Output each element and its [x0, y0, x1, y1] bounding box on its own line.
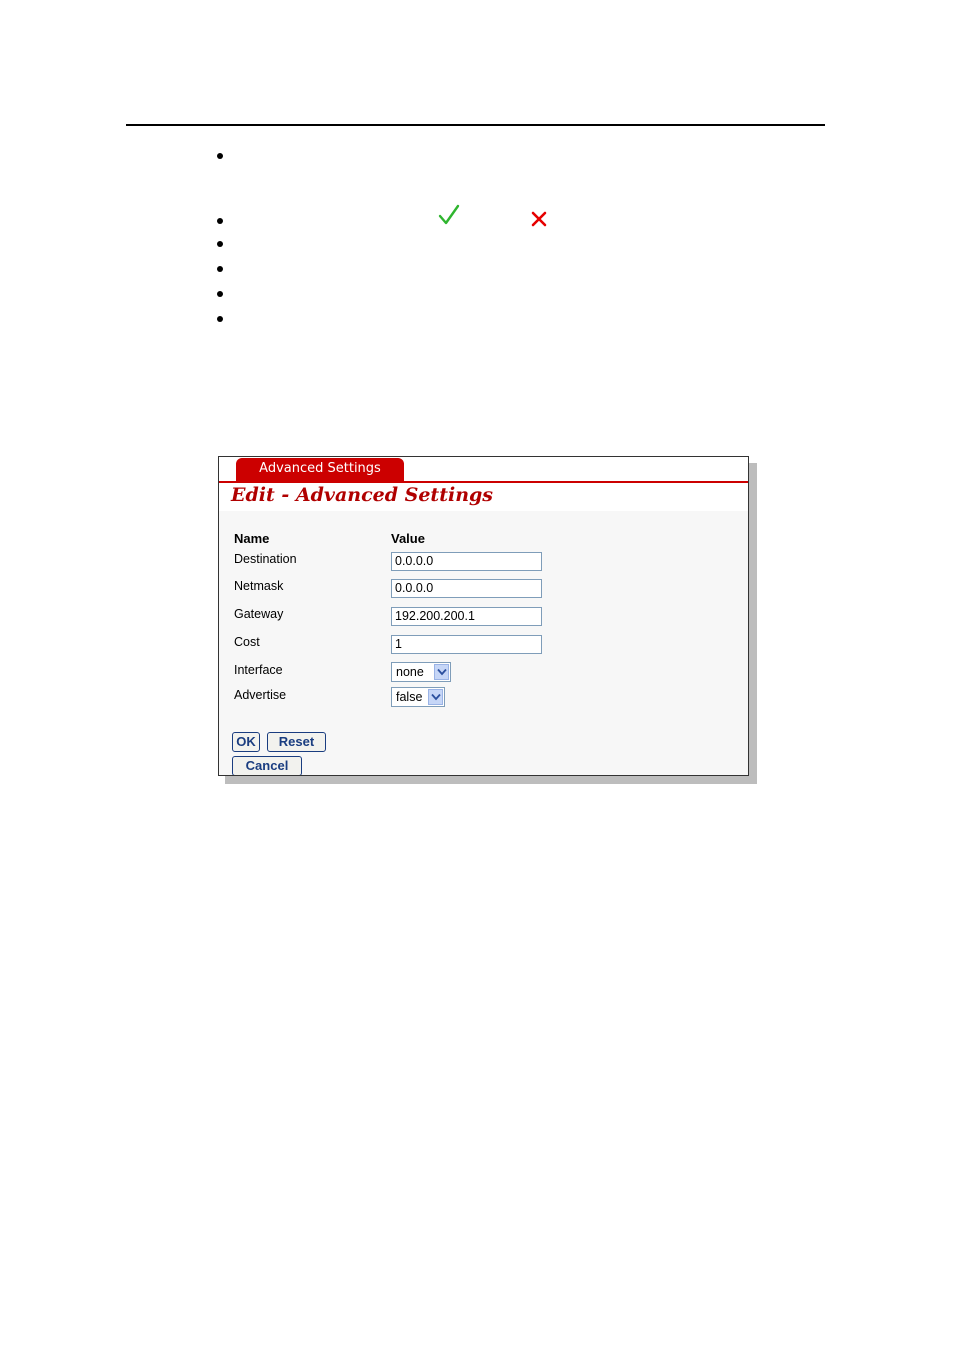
interface-select[interactable]: none	[391, 662, 451, 682]
destination-label: Destination	[234, 552, 297, 566]
advertise-select-value: false	[396, 690, 423, 704]
interface-select-value: none	[396, 665, 424, 679]
checkmark-icon	[438, 204, 460, 225]
reset-button[interactable]: Reset	[267, 732, 326, 752]
bullet	[217, 291, 223, 297]
cost-label: Cost	[234, 635, 260, 649]
chevron-down-icon[interactable]	[428, 689, 443, 705]
advertise-select[interactable]: false	[391, 687, 445, 707]
bullet	[217, 316, 223, 322]
cancel-button[interactable]: Cancel	[232, 756, 302, 775]
destination-input[interactable]: 0.0.0.0	[391, 552, 542, 571]
ok-button[interactable]: OK	[232, 732, 260, 752]
chevron-down-icon[interactable]	[434, 664, 449, 680]
netmask-label: Netmask	[234, 579, 284, 593]
gateway-label: Gateway	[234, 607, 284, 621]
column-header-name: Name	[234, 531, 270, 546]
interface-label: Interface	[234, 663, 283, 677]
gateway-input[interactable]: 192.200.200.1	[391, 607, 542, 626]
column-header-value: Value	[391, 531, 425, 546]
page-title: Edit - Advanced Settings	[231, 484, 494, 506]
bullet	[217, 241, 223, 247]
x-icon	[531, 211, 547, 227]
tab-advanced-settings[interactable]: Advanced Settings	[236, 458, 404, 482]
bullet	[217, 266, 223, 272]
bullet	[217, 153, 223, 159]
top-rule	[126, 124, 825, 126]
advanced-settings-panel: Advanced Settings Edit - Advanced Settin…	[218, 456, 749, 776]
bullet	[217, 218, 223, 224]
advertise-label: Advertise	[234, 688, 287, 702]
netmask-input[interactable]: 0.0.0.0	[391, 579, 542, 598]
cost-input[interactable]: 1	[391, 635, 542, 654]
tab-rule	[219, 481, 748, 483]
